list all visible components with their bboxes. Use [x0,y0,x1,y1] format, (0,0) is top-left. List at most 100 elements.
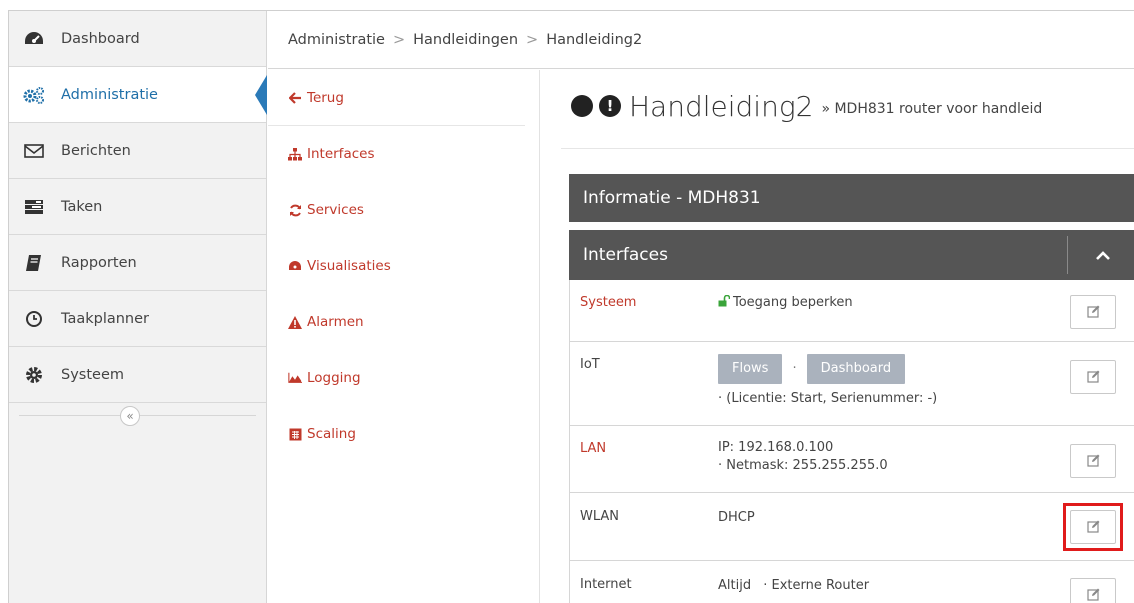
row-value: Toegang beperken [718,294,853,313]
breadcrumb-item-administratie[interactable]: Administratie [288,32,385,48]
netmask-text: · Netmask: 255.255.255.0 [718,458,888,473]
row-label-internet: Internet [580,577,632,592]
subnav-item-terug[interactable]: Terug [268,70,525,126]
info-panel-header[interactable]: Informatie - MDH831 [569,174,1134,222]
dashboard-icon [288,259,302,273]
access-text: Toegang beperken [733,295,853,310]
arrow-left-icon [288,91,302,105]
calculator-icon [288,427,302,441]
gear-icon [23,365,45,385]
unlock-icon [718,294,731,313]
subnav-item-label: Logging [307,370,361,386]
separator-dot: · [792,361,797,376]
row-label-wlan: WLAN [580,509,620,524]
sidebar: Dashboard Administratie Berichten Taken … [9,11,267,603]
subnav-item-scaling[interactable]: Scaling [268,406,539,462]
edit-button[interactable] [1070,360,1116,394]
sidebar-item-label: Dashboard [61,30,140,47]
breadcrumb: Administratie > Handleidingen > Handleid… [268,11,1134,69]
edit-icon [1086,586,1100,603]
sidebar-item-systeem[interactable]: Systeem [9,347,266,403]
collapse-sidebar-button[interactable]: « [120,406,140,426]
page-title-row: ! Handleiding2 » MDH831 router voor hand… [571,78,1134,134]
sidebar-item-label: Taken [61,198,103,215]
subnav-item-label: Terug [307,89,344,106]
breadcrumb-item-current: Handleiding2 [546,31,643,48]
row-value: Altijd · Externe Router [718,577,869,595]
row-value: IP: 192.168.0.100 · Netmask: 255.255.255… [718,439,888,475]
sidebar-item-label: Rapporten [61,254,137,271]
red-highlight-box [1063,503,1123,551]
main-content: ! Handleiding2 » MDH831 router voor hand… [541,70,1134,603]
table-row: LAN IP: 192.168.0.100 · Netmask: 255.255… [569,426,1134,493]
area-chart-icon [288,371,302,385]
subnav-item-label: Services [307,202,364,218]
sidebar-item-label: Taakplanner [61,310,150,327]
edit-button[interactable] [1070,578,1116,603]
clock-icon [23,309,45,329]
edit-icon [1086,303,1100,322]
subnav-item-label: Visualisaties [307,258,391,274]
sitemap-icon [288,147,302,161]
sidebar-item-administratie[interactable]: Administratie [9,67,267,123]
sidebar-item-dashboard[interactable]: Dashboard [9,11,266,67]
breadcrumb-item-handleidingen[interactable]: Handleidingen [413,32,518,48]
edit-icon [1086,368,1100,387]
envelope-icon [23,141,45,161]
subnav-item-label: Alarmen [307,314,364,330]
flows-button[interactable]: Flows [718,354,783,384]
table-row: WLAN DHCP [569,493,1134,561]
subnav-item-interfaces[interactable]: Interfaces [268,126,539,182]
row-label-lan[interactable]: LAN [580,441,606,456]
row-value: Flows · Dashboard · (Licentie: Start, Seri… [718,354,937,408]
ip-text: IP: 192.168.0.100 [718,440,834,455]
edit-button[interactable] [1070,444,1116,478]
row-value: DHCP [718,510,755,525]
chevron-up-icon[interactable] [1092,244,1114,266]
sidebar-collapse-row: « [9,403,266,433]
subnav-item-visualisaties[interactable]: Visualisaties [268,238,539,294]
subnav-item-label: Interfaces [307,146,375,162]
interfaces-table: Systeem Toegang beperken IoT Flows · Dashb… [569,280,1134,603]
divider [561,148,1134,149]
sidebar-item-rapporten[interactable]: Rapporten [9,235,266,291]
breadcrumb-separator: > [392,31,406,48]
info-panel-title: Informatie - MDH831 [583,188,761,208]
sidebar-item-label: Berichten [61,142,131,159]
refresh-icon [288,203,302,217]
router-type: · Externe Router [763,578,870,593]
subnav: Terug Interfaces Services Visualisaties … [268,70,540,603]
dashboard-button[interactable]: Dashboard [806,354,906,384]
row-label-iot: IoT [580,357,600,372]
app-frame: Dashboard Administratie Berichten Taken … [8,10,1134,603]
breadcrumb-separator: > [526,31,539,48]
interfaces-panel-header: Interfaces [569,230,1134,280]
sidebar-item-berichten[interactable]: Berichten [9,123,266,179]
page-title: Handleiding2 [629,89,814,123]
warning-icon [288,315,302,329]
table-row: Internet Altijd · Externe Router [569,561,1134,603]
subnav-item-services[interactable]: Services [268,182,539,238]
subnav-item-logging[interactable]: Logging [268,350,539,406]
sidebar-item-label: Administratie [61,86,158,103]
connection-mode: Altijd [718,578,752,593]
sidebar-item-label: Systeem [61,366,124,383]
sidebar-item-taken[interactable]: Taken [9,179,266,235]
exclamation-icon: ! [599,95,621,117]
sidebar-item-taakplanner[interactable]: Taakplanner [9,291,266,347]
divider [1067,236,1068,274]
cogs-icon [23,85,45,105]
row-label-systeem[interactable]: Systeem [580,295,636,310]
status-dot-icon [571,95,593,117]
license-text: · (Licentie: Start, Serienummer: -) [718,391,938,406]
edit-button[interactable] [1070,295,1116,329]
table-row: Systeem Toegang beperken [569,280,1134,342]
subnav-item-alarmen[interactable]: Alarmen [268,294,539,350]
page-subtitle: » MDH831 router voor handleid [821,101,1043,117]
table-row: IoT Flows · Dashboard · (Licentie: Start, … [569,342,1134,426]
subnav-item-label: Scaling [307,426,356,442]
book-icon [23,253,45,273]
tasks-icon [23,197,45,217]
dashboard-gauge-icon [23,29,45,49]
edit-icon [1086,452,1100,471]
